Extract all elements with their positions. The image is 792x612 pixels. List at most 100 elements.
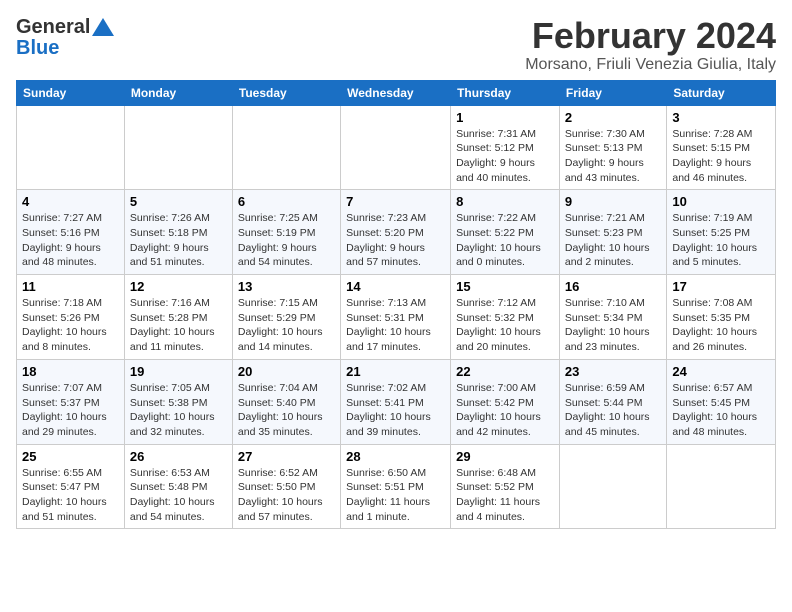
day-number: 18	[22, 364, 119, 379]
location-title: Morsano, Friuli Venezia Giulia, Italy	[525, 56, 776, 74]
day-number: 3	[672, 110, 770, 125]
calendar-cell-0-1	[124, 105, 232, 190]
day-number: 29	[456, 449, 554, 464]
week-row-0: 1 Sunrise: 7:31 AMSunset: 5:12 PMDayligh…	[17, 105, 776, 190]
day-number: 26	[130, 449, 227, 464]
calendar-cell-3-6: 24 Sunrise: 6:57 AMSunset: 5:45 PMDaylig…	[667, 359, 776, 444]
day-number: 5	[130, 194, 227, 209]
calendar-cell-4-6	[667, 444, 776, 529]
calendar-cell-2-0: 11 Sunrise: 7:18 AMSunset: 5:26 PMDaylig…	[17, 275, 125, 360]
calendar-cell-0-5: 2 Sunrise: 7:30 AMSunset: 5:13 PMDayligh…	[559, 105, 666, 190]
header-row: Sunday Monday Tuesday Wednesday Thursday…	[17, 80, 776, 105]
day-number: 16	[565, 279, 661, 294]
day-number: 9	[565, 194, 661, 209]
day-detail: Sunrise: 7:02 AMSunset: 5:41 PMDaylight:…	[346, 382, 431, 438]
calendar-cell-2-6: 17 Sunrise: 7:08 AMSunset: 5:35 PMDaylig…	[667, 275, 776, 360]
day-detail: Sunrise: 6:52 AMSunset: 5:50 PMDaylight:…	[238, 467, 323, 523]
calendar-cell-4-4: 29 Sunrise: 6:48 AMSunset: 5:52 PMDaylig…	[451, 444, 560, 529]
header-thursday: Thursday	[451, 80, 560, 105]
day-detail: Sunrise: 7:19 AMSunset: 5:25 PMDaylight:…	[672, 212, 757, 268]
calendar-cell-1-5: 9 Sunrise: 7:21 AMSunset: 5:23 PMDayligh…	[559, 190, 666, 275]
day-detail: Sunrise: 6:55 AMSunset: 5:47 PMDaylight:…	[22, 467, 107, 523]
page-header: General Blue February 2024 Morsano, Friu…	[16, 16, 776, 74]
week-row-4: 25 Sunrise: 6:55 AMSunset: 5:47 PMDaylig…	[17, 444, 776, 529]
day-number: 1	[456, 110, 554, 125]
day-detail: Sunrise: 6:48 AMSunset: 5:52 PMDaylight:…	[456, 467, 540, 523]
day-detail: Sunrise: 7:15 AMSunset: 5:29 PMDaylight:…	[238, 297, 323, 353]
logo-blue: Blue	[16, 37, 59, 60]
header-tuesday: Tuesday	[232, 80, 340, 105]
day-number: 23	[565, 364, 661, 379]
header-monday: Monday	[124, 80, 232, 105]
day-number: 20	[238, 364, 335, 379]
day-detail: Sunrise: 7:08 AMSunset: 5:35 PMDaylight:…	[672, 297, 757, 353]
calendar-cell-4-5	[559, 444, 666, 529]
day-detail: Sunrise: 7:18 AMSunset: 5:26 PMDaylight:…	[22, 297, 107, 353]
day-number: 11	[22, 279, 119, 294]
calendar-cell-2-3: 14 Sunrise: 7:13 AMSunset: 5:31 PMDaylig…	[341, 275, 451, 360]
header-saturday: Saturday	[667, 80, 776, 105]
logo-general: General	[16, 16, 90, 39]
calendar-table: Sunday Monday Tuesday Wednesday Thursday…	[16, 80, 776, 530]
day-detail: Sunrise: 7:10 AMSunset: 5:34 PMDaylight:…	[565, 297, 650, 353]
calendar-cell-3-1: 19 Sunrise: 7:05 AMSunset: 5:38 PMDaylig…	[124, 359, 232, 444]
day-number: 15	[456, 279, 554, 294]
day-detail: Sunrise: 7:26 AMSunset: 5:18 PMDaylight:…	[130, 212, 210, 268]
header-wednesday: Wednesday	[341, 80, 451, 105]
day-number: 24	[672, 364, 770, 379]
day-detail: Sunrise: 7:13 AMSunset: 5:31 PMDaylight:…	[346, 297, 431, 353]
calendar-cell-3-0: 18 Sunrise: 7:07 AMSunset: 5:37 PMDaylig…	[17, 359, 125, 444]
calendar-cell-0-3	[341, 105, 451, 190]
day-number: 6	[238, 194, 335, 209]
day-number: 10	[672, 194, 770, 209]
calendar-cell-1-1: 5 Sunrise: 7:26 AMSunset: 5:18 PMDayligh…	[124, 190, 232, 275]
day-number: 7	[346, 194, 445, 209]
day-number: 8	[456, 194, 554, 209]
calendar-cell-2-2: 13 Sunrise: 7:15 AMSunset: 5:29 PMDaylig…	[232, 275, 340, 360]
calendar-cell-4-0: 25 Sunrise: 6:55 AMSunset: 5:47 PMDaylig…	[17, 444, 125, 529]
week-row-3: 18 Sunrise: 7:07 AMSunset: 5:37 PMDaylig…	[17, 359, 776, 444]
calendar-cell-3-2: 20 Sunrise: 7:04 AMSunset: 5:40 PMDaylig…	[232, 359, 340, 444]
day-number: 28	[346, 449, 445, 464]
logo: General Blue	[16, 16, 114, 60]
day-detail: Sunrise: 7:25 AMSunset: 5:19 PMDaylight:…	[238, 212, 318, 268]
day-number: 22	[456, 364, 554, 379]
week-row-2: 11 Sunrise: 7:18 AMSunset: 5:26 PMDaylig…	[17, 275, 776, 360]
calendar-cell-4-1: 26 Sunrise: 6:53 AMSunset: 5:48 PMDaylig…	[124, 444, 232, 529]
day-detail: Sunrise: 7:22 AMSunset: 5:22 PMDaylight:…	[456, 212, 541, 268]
calendar-cell-0-6: 3 Sunrise: 7:28 AMSunset: 5:15 PMDayligh…	[667, 105, 776, 190]
day-number: 13	[238, 279, 335, 294]
header-friday: Friday	[559, 80, 666, 105]
day-detail: Sunrise: 7:27 AMSunset: 5:16 PMDaylight:…	[22, 212, 102, 268]
day-number: 19	[130, 364, 227, 379]
week-row-1: 4 Sunrise: 7:27 AMSunset: 5:16 PMDayligh…	[17, 190, 776, 275]
calendar-cell-1-2: 6 Sunrise: 7:25 AMSunset: 5:19 PMDayligh…	[232, 190, 340, 275]
day-detail: Sunrise: 7:12 AMSunset: 5:32 PMDaylight:…	[456, 297, 541, 353]
logo-icon	[92, 18, 114, 36]
day-detail: Sunrise: 6:57 AMSunset: 5:45 PMDaylight:…	[672, 382, 757, 438]
title-section: February 2024 Morsano, Friuli Venezia Gi…	[525, 16, 776, 74]
calendar-cell-2-1: 12 Sunrise: 7:16 AMSunset: 5:28 PMDaylig…	[124, 275, 232, 360]
calendar-cell-2-4: 15 Sunrise: 7:12 AMSunset: 5:32 PMDaylig…	[451, 275, 560, 360]
day-detail: Sunrise: 7:30 AMSunset: 5:13 PMDaylight:…	[565, 128, 645, 184]
day-detail: Sunrise: 7:28 AMSunset: 5:15 PMDaylight:…	[672, 128, 752, 184]
day-detail: Sunrise: 7:07 AMSunset: 5:37 PMDaylight:…	[22, 382, 107, 438]
day-detail: Sunrise: 7:16 AMSunset: 5:28 PMDaylight:…	[130, 297, 215, 353]
calendar-cell-1-3: 7 Sunrise: 7:23 AMSunset: 5:20 PMDayligh…	[341, 190, 451, 275]
calendar-cell-0-2	[232, 105, 340, 190]
day-number: 12	[130, 279, 227, 294]
day-detail: Sunrise: 6:53 AMSunset: 5:48 PMDaylight:…	[130, 467, 215, 523]
calendar-cell-0-0	[17, 105, 125, 190]
day-detail: Sunrise: 6:59 AMSunset: 5:44 PMDaylight:…	[565, 382, 650, 438]
day-number: 21	[346, 364, 445, 379]
month-title: February 2024	[525, 16, 776, 56]
calendar-cell-4-3: 28 Sunrise: 6:50 AMSunset: 5:51 PMDaylig…	[341, 444, 451, 529]
day-number: 27	[238, 449, 335, 464]
day-number: 17	[672, 279, 770, 294]
calendar-cell-1-0: 4 Sunrise: 7:27 AMSunset: 5:16 PMDayligh…	[17, 190, 125, 275]
day-detail: Sunrise: 7:05 AMSunset: 5:38 PMDaylight:…	[130, 382, 215, 438]
calendar-cell-0-4: 1 Sunrise: 7:31 AMSunset: 5:12 PMDayligh…	[451, 105, 560, 190]
day-number: 14	[346, 279, 445, 294]
day-number: 4	[22, 194, 119, 209]
calendar-cell-4-2: 27 Sunrise: 6:52 AMSunset: 5:50 PMDaylig…	[232, 444, 340, 529]
